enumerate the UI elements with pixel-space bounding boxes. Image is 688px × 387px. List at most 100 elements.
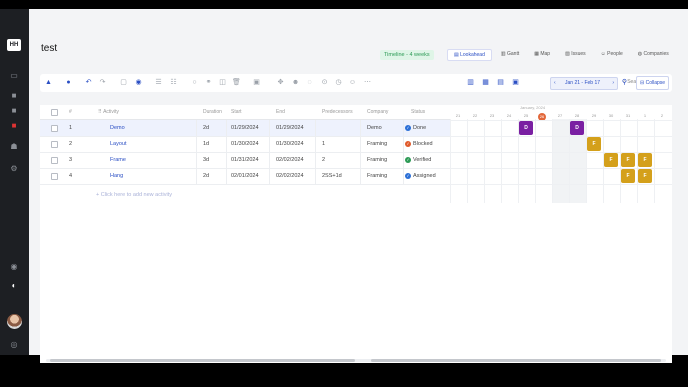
end-date-cell[interactable]: 01/29/2024 bbox=[276, 125, 304, 131]
table-row[interactable]: 2 Layout 1d 01/30/2024 01/30/2024 1 Fram… bbox=[40, 136, 450, 153]
predecessors-cell[interactable]: 1 bbox=[322, 141, 325, 147]
col-header-num[interactable]: # bbox=[69, 109, 72, 115]
col-header-predecessors[interactable]: Predecessors bbox=[322, 109, 353, 115]
help-icon[interactable]: ◉ bbox=[9, 262, 19, 272]
team-icon[interactable]: ☗ bbox=[9, 142, 19, 152]
collapse-button[interactable]: ⊟ Collapse bbox=[636, 76, 670, 90]
people-icon[interactable]: ☻ bbox=[291, 78, 300, 87]
end-date-cell[interactable]: 01/30/2024 bbox=[276, 141, 304, 147]
projects-icon[interactable]: ▭ bbox=[9, 71, 19, 81]
gantt-task-bar[interactable]: F bbox=[587, 137, 601, 151]
calendar-icon[interactable]: ▦ bbox=[481, 78, 490, 87]
activity-name[interactable]: Layout bbox=[110, 141, 127, 147]
end-date-cell[interactable]: 02/02/2024 bbox=[276, 173, 304, 179]
gantt-task-bar[interactable]: F bbox=[638, 153, 652, 167]
link-icon[interactable]: ⚭ bbox=[204, 78, 213, 87]
globe-icon[interactable]: ◎ bbox=[9, 340, 19, 350]
folder-red-icon[interactable]: ■ bbox=[9, 121, 19, 131]
filter-icon[interactable]: ⚲ bbox=[620, 78, 629, 87]
duration-cell[interactable]: 2d bbox=[203, 125, 209, 131]
clock-icon[interactable]: ◷ bbox=[334, 78, 343, 87]
delete-icon[interactable]: 🗑 bbox=[232, 78, 241, 87]
activity-name[interactable]: Hang bbox=[110, 173, 123, 179]
assign-icon[interactable]: ✥ bbox=[276, 78, 285, 87]
tab-people[interactable]: ☺ People bbox=[595, 49, 629, 61]
chevron-left-icon[interactable]: ‹ bbox=[554, 78, 556, 89]
row-checkbox[interactable] bbox=[51, 173, 58, 180]
row-checkbox[interactable] bbox=[51, 157, 58, 164]
scrollbar-thumb-gantt[interactable] bbox=[371, 359, 661, 362]
start-date-cell[interactable]: 02/01/2024 bbox=[231, 173, 259, 179]
company-cell[interactable]: Framing bbox=[367, 141, 387, 147]
duration-cell[interactable]: 1d bbox=[203, 141, 209, 147]
view-icon[interactable]: ◉ bbox=[134, 78, 143, 87]
activity-name[interactable]: Demo bbox=[110, 125, 125, 131]
start-date-cell[interactable]: 01/29/2024 bbox=[231, 125, 259, 131]
chevron-right-icon[interactable]: › bbox=[612, 78, 614, 89]
indent-icon[interactable]: ☰ bbox=[154, 78, 163, 87]
tab-issues[interactable]: ▧ Issues bbox=[559, 49, 592, 61]
predecessors-cell[interactable]: 2SS+1d bbox=[322, 173, 342, 179]
tab-companies[interactable]: ◍ Companies bbox=[632, 49, 675, 61]
gantt-task-bar[interactable]: D bbox=[570, 121, 584, 135]
gantt-day-column[interactable] bbox=[501, 119, 519, 203]
gantt-day-column[interactable] bbox=[535, 119, 553, 203]
settings-icon[interactable]: ⚙ bbox=[9, 164, 19, 174]
scrollbar-thumb-table[interactable] bbox=[50, 359, 355, 362]
copy-icon[interactable]: ▢ bbox=[119, 78, 128, 87]
clipboard-icon[interactable]: ▣ bbox=[252, 78, 261, 87]
duration-cell[interactable]: 3d bbox=[203, 157, 209, 163]
status-cell[interactable]: Blocked bbox=[413, 141, 433, 147]
col-header-start[interactable]: Start bbox=[231, 109, 242, 115]
status-cell[interactable]: Assigned bbox=[413, 173, 436, 179]
predecessors-cell[interactable]: 2 bbox=[322, 157, 325, 163]
col-header-status[interactable]: Status bbox=[411, 109, 425, 115]
table-row[interactable]: 4 Hang 2d 02/01/2024 02/02/2024 2SS+1d F… bbox=[40, 168, 450, 185]
timeline-badge[interactable]: Timeline - 4 weeks bbox=[380, 50, 434, 60]
more-icon[interactable]: ⋯ bbox=[363, 78, 372, 87]
col-header-company[interactable]: Company bbox=[367, 109, 388, 115]
horizontal-scrollbar[interactable] bbox=[46, 359, 666, 362]
avatar[interactable] bbox=[7, 314, 22, 329]
list-view-icon[interactable]: ▤ bbox=[496, 78, 505, 87]
gantt-day-column[interactable] bbox=[467, 119, 485, 203]
location-icon[interactable]: ⊙ bbox=[320, 78, 329, 87]
gantt-day-column[interactable] bbox=[552, 119, 570, 203]
date-icon[interactable]: ▣ bbox=[511, 78, 520, 87]
col-header-duration[interactable]: Duration bbox=[203, 109, 222, 115]
status-cell[interactable]: Done bbox=[413, 125, 426, 131]
table-row[interactable]: 1 Demo 2d 01/29/2024 01/29/2024 Demo ✓ D… bbox=[40, 120, 450, 137]
gantt-task-bar[interactable]: F bbox=[621, 169, 635, 183]
add-activity-row[interactable]: + Click here to add new activity bbox=[96, 192, 172, 198]
add-icon[interactable]: ● bbox=[64, 78, 73, 87]
redo-icon[interactable]: ↷ bbox=[98, 78, 107, 87]
undo-icon[interactable]: ↶ bbox=[84, 78, 93, 87]
circle-icon[interactable]: ○ bbox=[190, 78, 199, 87]
outdent-icon[interactable]: ☷ bbox=[169, 78, 178, 87]
company-cell[interactable]: Framing bbox=[367, 173, 387, 179]
end-date-cell[interactable]: 02/02/2024 bbox=[276, 157, 304, 163]
table-row[interactable]: 3 Frame 3d 01/31/2024 02/02/2024 2 Frami… bbox=[40, 152, 450, 169]
tab-gantt[interactable]: ▥ Gantt bbox=[495, 49, 525, 61]
col-header-activity[interactable]: ⠿ Activity bbox=[98, 109, 119, 115]
comment-icon[interactable]: ◌ bbox=[305, 78, 314, 87]
start-date-cell[interactable]: 01/30/2024 bbox=[231, 141, 259, 147]
gantt-task-bar[interactable]: D bbox=[519, 121, 533, 135]
row-checkbox[interactable] bbox=[51, 141, 58, 148]
start-date-cell[interactable]: 01/31/2024 bbox=[231, 157, 259, 163]
warning-icon[interactable]: ▲ bbox=[44, 78, 53, 87]
emoji-icon[interactable]: ☺ bbox=[348, 78, 357, 87]
grid-view-icon[interactable]: ▥ bbox=[466, 78, 475, 87]
folder-icon[interactable]: ■ bbox=[9, 91, 19, 101]
gantt-task-bar[interactable]: F bbox=[621, 153, 635, 167]
duration-cell[interactable]: 2d bbox=[203, 173, 209, 179]
app-logo[interactable]: HH bbox=[7, 39, 21, 51]
folder-icon-2[interactable]: ■ bbox=[9, 106, 19, 116]
row-checkbox[interactable] bbox=[51, 125, 58, 132]
gantt-task-bar[interactable]: F bbox=[638, 169, 652, 183]
col-header-end[interactable]: End bbox=[276, 109, 285, 115]
notifications-icon[interactable]: ◐ bbox=[9, 281, 19, 291]
tab-map[interactable]: ▦ Map bbox=[528, 49, 556, 61]
select-all-checkbox[interactable] bbox=[51, 109, 58, 116]
gantt-day-column[interactable] bbox=[654, 119, 672, 203]
